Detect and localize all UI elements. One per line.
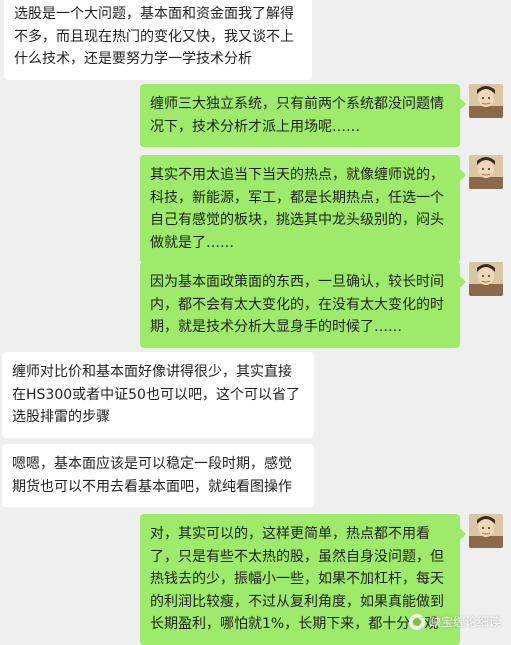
message-text: 选股是一个大问题，基本面和资金面我了解得不多，而且现在热门的变化又快，我又谈不上… bbox=[14, 6, 294, 67]
watermark-text: 缺宝缠论细读 bbox=[428, 615, 501, 629]
portrait-avatar-icon[interactable] bbox=[469, 84, 503, 118]
watermark: 缺宝缠论细读 bbox=[408, 613, 501, 630]
message-text: 其实不用太追当下当天的热点，就像缠师说的，科技，新能源，军工，都是长期热点，任选… bbox=[150, 167, 444, 251]
message-text: 因为基本面政策面的东西，一旦确认，较长时间内，都不会有太大变化的，在没有太大变化… bbox=[150, 274, 444, 335]
message-bubble-left[interactable]: 嗯嗯，基本面应该是可以稳定一段时期，感觉期货也可以不用去看基本面吧，就纯看图操作 bbox=[2, 444, 314, 507]
portrait-avatar-icon[interactable] bbox=[469, 514, 503, 548]
message-text: 对，其实可以的，这样更简单，热点都不用看了，只是有些不太热的股，虽然自身没问题，… bbox=[150, 526, 444, 632]
wechat-channel-icon bbox=[408, 613, 425, 630]
message-bubble-right[interactable]: 因为基本面政策面的东西，一旦确认，较长时间内，都不会有太大变化的，在没有太大变化… bbox=[140, 262, 466, 348]
message-bubble-right[interactable]: 其实不用太追当下当天的热点，就像缠师说的，科技，新能源，军工，都是长期热点，任选… bbox=[140, 155, 466, 263]
message-text: 嗯嗯，基本面应该是可以稳定一段时期，感觉期货也可以不用去看基本面吧，就纯看图操作 bbox=[12, 456, 292, 495]
message-bubble-left[interactable]: 选股是一个大问题，基本面和资金面我了解得不多，而且现在热门的变化又快，我又谈不上… bbox=[4, 0, 312, 80]
message-bubble-right[interactable]: 缠师三大独立系统，只有前两个系统都没问题情况下，技术分析才派上用场呢…… bbox=[140, 84, 466, 147]
message-bubble-left[interactable]: 缠师对比价和基本面好像讲得很少，其实直接在HS300或者中证50也可以吧，这个可… bbox=[2, 352, 314, 438]
portrait-avatar-icon[interactable] bbox=[469, 262, 503, 296]
message-text: 缠师对比价和基本面好像讲得很少，其实直接在HS300或者中证50也可以吧，这个可… bbox=[12, 364, 300, 425]
message-text: 缠师三大独立系统，只有前两个系统都没问题情况下，技术分析才派上用场呢…… bbox=[150, 96, 444, 135]
portrait-avatar-icon[interactable] bbox=[469, 155, 503, 189]
